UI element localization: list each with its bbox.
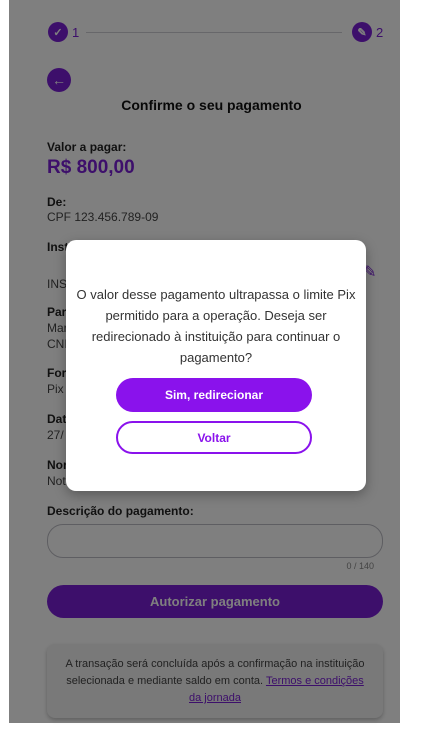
modal-message: O valor desse pagamento ultrapassa o lim…: [76, 287, 356, 365]
pix-limit-modal: O valor desse pagamento ultrapassa o lim…: [66, 240, 366, 491]
redirect-button[interactable]: Sim, redirecionar: [116, 378, 312, 412]
back-modal-button[interactable]: Voltar: [116, 421, 312, 454]
